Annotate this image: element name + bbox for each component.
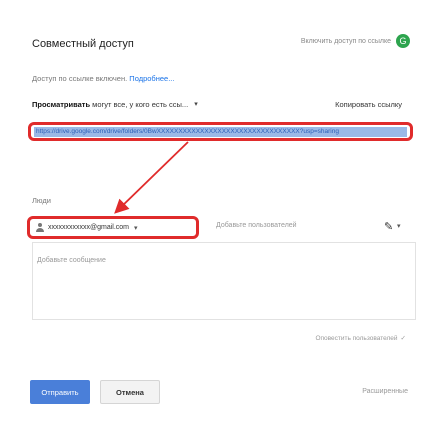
permission-row: Просматривать могут все, у кого есть ссы… (32, 96, 402, 112)
cancel-button[interactable]: Отмена (100, 380, 160, 404)
message-placeholder: Добавьте сообщение (37, 257, 106, 264)
chevron-down-icon[interactable]: ▾ (397, 222, 401, 230)
share-link-text: Включить доступ по ссылке (300, 37, 391, 45)
check-icon: ✓ (400, 335, 406, 342)
permission-select[interactable]: Просматривать могут все, у кого есть ссы… (32, 100, 188, 109)
notify-label: Оповестить пользователей (315, 334, 398, 342)
dialog-title: Совместный доступ (32, 38, 134, 50)
share-link-icon[interactable]: G (396, 34, 410, 48)
recipients-row: xxxxxxxxxxxx@gmail.com ▾ Добавьте пользо… (27, 216, 402, 239)
pencil-icon[interactable]: ✎ (384, 220, 393, 233)
recipient-email: xxxxxxxxxxxx@gmail.com (48, 224, 130, 231)
share-link-toggle[interactable]: Включить доступ по ссылке G (301, 34, 410, 48)
chevron-down-icon[interactable]: ▾ (134, 224, 138, 232)
advanced-link[interactable]: Расширенные (362, 388, 408, 395)
chevron-down-icon[interactable]: ▾ (194, 100, 198, 108)
permission-level: Просматривать (32, 99, 91, 109)
permission-scope: могут все, у кого есть ссы... (92, 99, 189, 109)
share-dialog: Совместный доступ Включить доступ по ссы… (0, 0, 436, 425)
add-people-input[interactable]: Добавьте пользователей (216, 222, 297, 229)
recipient-chip[interactable]: xxxxxxxxxxxx@gmail.com ▾ (27, 216, 199, 239)
share-link-field[interactable]: https://drive.google.com/drive/folders/0… (28, 122, 413, 141)
message-textarea[interactable]: Добавьте сообщение (32, 242, 416, 320)
send-button[interactable]: Отправить (30, 380, 90, 404)
person-icon (36, 223, 44, 232)
learn-more-link[interactable]: Подробнее... (129, 74, 174, 83)
people-label: Люди (32, 196, 51, 205)
share-link-url[interactable]: https://drive.google.com/drive/folders/0… (34, 127, 407, 137)
annotation-arrow (114, 141, 189, 214)
copy-link-button[interactable]: Копировать ссылку (335, 100, 402, 109)
notify-option[interactable]: Оповестить пользователей ✓ (315, 334, 406, 343)
access-status: Доступ по ссылке включен. Подробнее... (32, 74, 174, 83)
access-status-text: Доступ по ссылке включен. (32, 74, 128, 83)
